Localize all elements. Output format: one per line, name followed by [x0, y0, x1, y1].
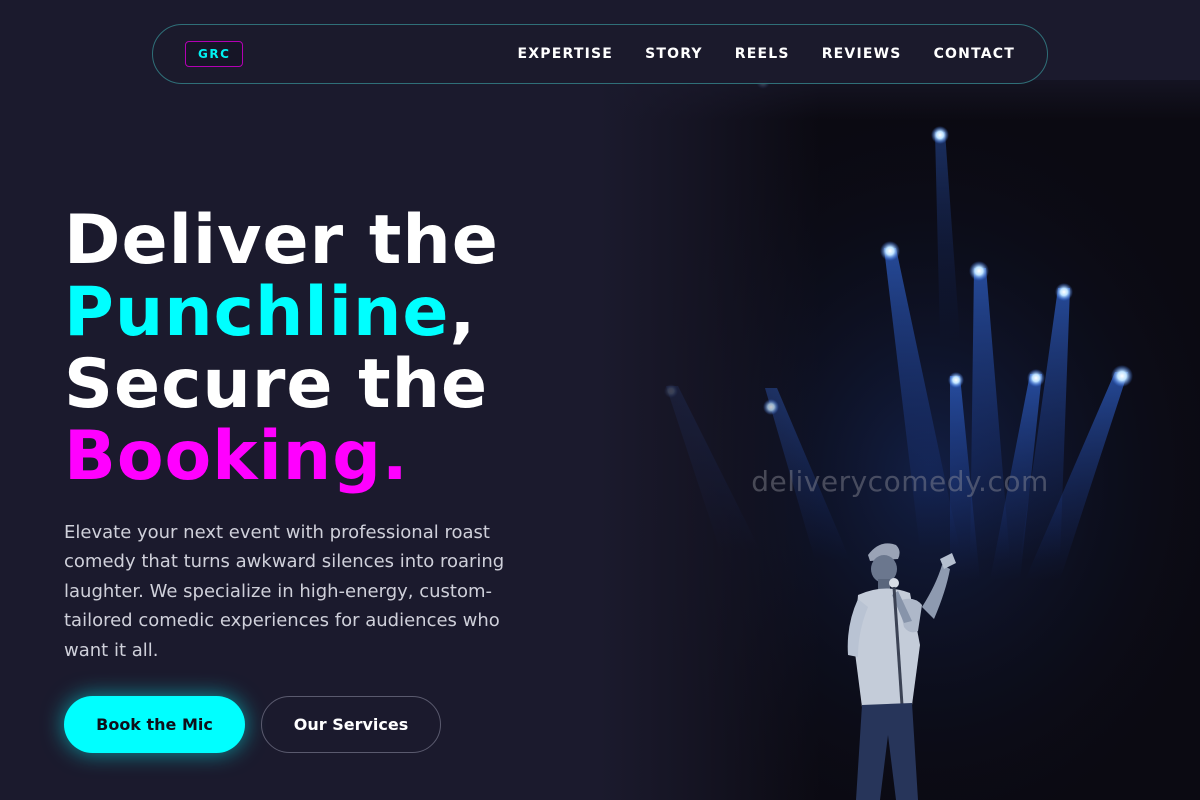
headline-line-1: Deliver the: [64, 201, 499, 280]
nav-item-reels[interactable]: REELS: [735, 46, 790, 62]
headline-line-3: Secure the: [64, 345, 489, 424]
headline-highlight-booking: Booking.: [64, 417, 409, 496]
headline-highlight-punchline: Punchline: [64, 273, 450, 352]
nav-item-contact[interactable]: CONTACT: [934, 46, 1015, 62]
headline-line-2: Punchline,: [64, 277, 499, 349]
nav-item-expertise[interactable]: EXPERTISE: [518, 46, 614, 62]
hero-headline: Deliver the Punchline, Secure the Bookin…: [64, 205, 499, 493]
comedian-figure: [847, 543, 956, 800]
nav-links: EXPERTISE STORY REELS REVIEWS CONTACT: [518, 46, 1015, 62]
hero-description: Elevate your next event with professiona…: [64, 522, 505, 661]
our-services-button[interactable]: Our Services: [261, 696, 441, 753]
image-watermark: deliverycomedy.com: [751, 465, 1049, 498]
nav-item-story[interactable]: STORY: [645, 46, 703, 62]
top-navbar: GRC EXPERTISE STORY REELS REVIEWS CONTAC…: [152, 24, 1048, 84]
hero-stage-image: deliverycomedy.com: [600, 80, 1200, 800]
headline-comma: ,: [449, 273, 477, 352]
nav-item-reviews[interactable]: REVIEWS: [822, 46, 902, 62]
book-the-mic-button[interactable]: Book the Mic: [64, 696, 245, 753]
brand-logo[interactable]: GRC: [185, 41, 244, 67]
